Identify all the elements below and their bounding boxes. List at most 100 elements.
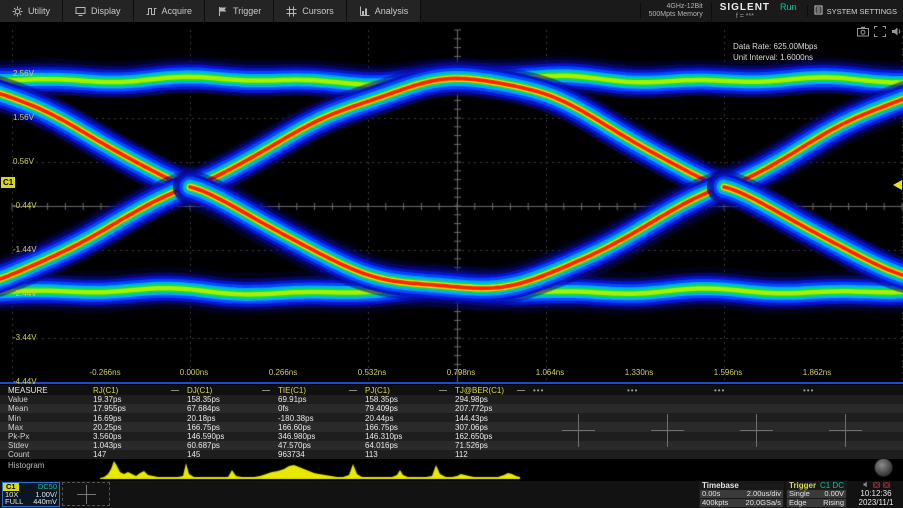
- measure-value: 16.69ps: [93, 414, 121, 423]
- menu-trigger-label: Trigger: [233, 6, 261, 16]
- measure-column-header[interactable]: RJ(C1): [93, 386, 118, 395]
- trigger-mode: Single: [789, 490, 810, 498]
- measure-value: 3.560ps: [93, 432, 121, 441]
- measure-column-header[interactable]: DJ(C1): [187, 386, 212, 395]
- measure-value: 146.310ps: [365, 432, 402, 441]
- trigger-level-marker[interactable]: [893, 180, 902, 190]
- channel-offset: 440mV: [33, 498, 57, 506]
- add-measurement-button[interactable]: [827, 412, 864, 449]
- measure-column-header[interactable]: TIE(C1): [278, 386, 306, 395]
- measure-value: 207.772ps: [455, 404, 492, 413]
- y-axis-label: 2.56V: [13, 69, 34, 78]
- trigger-level: 0.00V: [824, 490, 844, 498]
- data-rate-readout: Data Rate: 625.00Mbps: [733, 41, 818, 52]
- timebase-panel[interactable]: Timebase 0.00s 2.00us/div 400kpts 20.0GS…: [699, 481, 784, 508]
- measure-value: 20.18ps: [187, 414, 215, 423]
- table-row-stripe: [0, 385, 903, 395]
- flag-icon: [217, 6, 228, 17]
- spec-bandwidth: 4GHz-12Bit: [649, 3, 703, 11]
- brand-block: SIGLENT f = ***: [711, 2, 778, 21]
- y-axis-label: 0.56V: [13, 157, 34, 166]
- top-menu-bar: Utility Display Acquire Trigger Cursors …: [0, 0, 903, 22]
- measure-value: 20.44ps: [365, 414, 393, 423]
- y-axis-label: -2.44V: [13, 289, 37, 298]
- menu-acquire-label: Acquire: [162, 6, 193, 16]
- measure-value: 144.43ps: [455, 414, 488, 423]
- menu-display-label: Display: [91, 6, 121, 16]
- measure-row-label: Stdev: [8, 441, 28, 450]
- measure-value: 158.35ps: [365, 395, 398, 404]
- fullscreen-icon[interactable]: [874, 24, 886, 42]
- channel-level-marker[interactable]: C1: [1, 177, 15, 188]
- column-separator-dash: [262, 390, 270, 391]
- measure-value: 162.650ps: [455, 432, 492, 441]
- cursors-icon: [286, 6, 297, 17]
- analysis-icon: [359, 6, 370, 17]
- measure-value: 79.409ps: [365, 404, 398, 413]
- y-axis-label: -0.44V: [13, 201, 37, 210]
- histogram-label: Histogram: [8, 461, 44, 470]
- run-status[interactable]: Run: [778, 2, 807, 20]
- nav-knob[interactable]: [874, 458, 893, 477]
- column-separator-dash: [517, 390, 525, 391]
- add-measurement-button[interactable]: [560, 412, 597, 449]
- trigger-type: Edge: [789, 499, 807, 507]
- camera-icon[interactable]: [857, 24, 869, 42]
- empty-measure-slot-header[interactable]: •••: [533, 386, 544, 395]
- measure-value: 69.91ps: [278, 395, 306, 404]
- speaker-icon[interactable]: [891, 24, 903, 42]
- menu-utility[interactable]: Utility: [0, 0, 63, 22]
- empty-measure-slot-header[interactable]: •••: [714, 386, 725, 395]
- measure-value: -180.38ps: [278, 414, 314, 423]
- x-axis-label: 0.798ns: [447, 368, 475, 377]
- empty-measure-slot-header[interactable]: •••: [627, 386, 638, 395]
- timebase-points: 400kpts: [702, 499, 728, 507]
- column-separator-dash: [439, 390, 447, 391]
- x-axis-label: 0.000ns: [180, 368, 208, 377]
- add-channel-button[interactable]: [62, 482, 110, 506]
- y-axis-label: -3.44V: [13, 333, 37, 342]
- tie-histogram: [0, 456, 903, 481]
- menu-acquire[interactable]: Acquire: [134, 0, 206, 22]
- menu-analysis[interactable]: Analysis: [347, 0, 422, 22]
- timebase-scale: 2.00us/div: [747, 490, 781, 498]
- eye-diagram-display: [0, 22, 903, 383]
- add-measurement-button[interactable]: [738, 412, 775, 449]
- system-settings-icon: [814, 5, 823, 17]
- measure-row-label: Min: [8, 414, 21, 423]
- measure-row-label: Pk-Px: [8, 432, 29, 441]
- acquire-icon: [146, 6, 157, 17]
- timebase-delay: 0.00s: [702, 490, 720, 498]
- menu-trigger[interactable]: Trigger: [205, 0, 274, 22]
- brand-logo: SIGLENT: [720, 2, 770, 13]
- display-icon: [75, 6, 86, 17]
- system-settings-button[interactable]: SYSTEM SETTINGS: [807, 5, 903, 17]
- empty-measure-slot-header[interactable]: •••: [803, 386, 814, 395]
- measure-value: 67.684ps: [187, 404, 220, 413]
- lan-disconnected-icon: [883, 482, 890, 488]
- measure-value: 60.687ps: [187, 441, 220, 450]
- menu-display[interactable]: Display: [63, 0, 134, 22]
- plot-bottom-border: [0, 382, 903, 384]
- measure-value: 307.06ps: [455, 423, 488, 432]
- unit-interval-readout: Unit Interval: 1.6000ns: [733, 52, 818, 63]
- channel-bandwidth: FULL: [5, 498, 23, 506]
- measure-value: 166.75ps: [187, 423, 220, 432]
- clock-box[interactable]: 10:12:36 2023/11/1: [849, 481, 903, 508]
- menu-cursors[interactable]: Cursors: [274, 0, 347, 22]
- trigger-panel[interactable]: Trigger C1 DC Single 0.00V Edge Rising: [786, 481, 847, 508]
- menu-utility-label: Utility: [28, 6, 50, 16]
- measure-value: 158.35ps: [187, 395, 220, 404]
- measure-value: 17.955ps: [93, 404, 126, 413]
- x-axis-label: -0.266ns: [89, 368, 120, 377]
- gear-icon: [12, 6, 23, 17]
- column-separator-dash: [171, 390, 179, 391]
- measure-value: 346.980ps: [278, 432, 315, 441]
- x-axis-label: 0.532ns: [358, 368, 386, 377]
- channel-c1-box[interactable]: C1 DC50 10X 1.00V/ FULL 440mV: [2, 482, 60, 507]
- measure-column-header[interactable]: PJ(C1): [365, 386, 390, 395]
- add-measurement-button[interactable]: [649, 412, 686, 449]
- y-axis-label: -1.44V: [13, 245, 37, 254]
- plus-icon: [74, 482, 99, 507]
- measure-column-header[interactable]: TJ@BER(C1): [455, 386, 504, 395]
